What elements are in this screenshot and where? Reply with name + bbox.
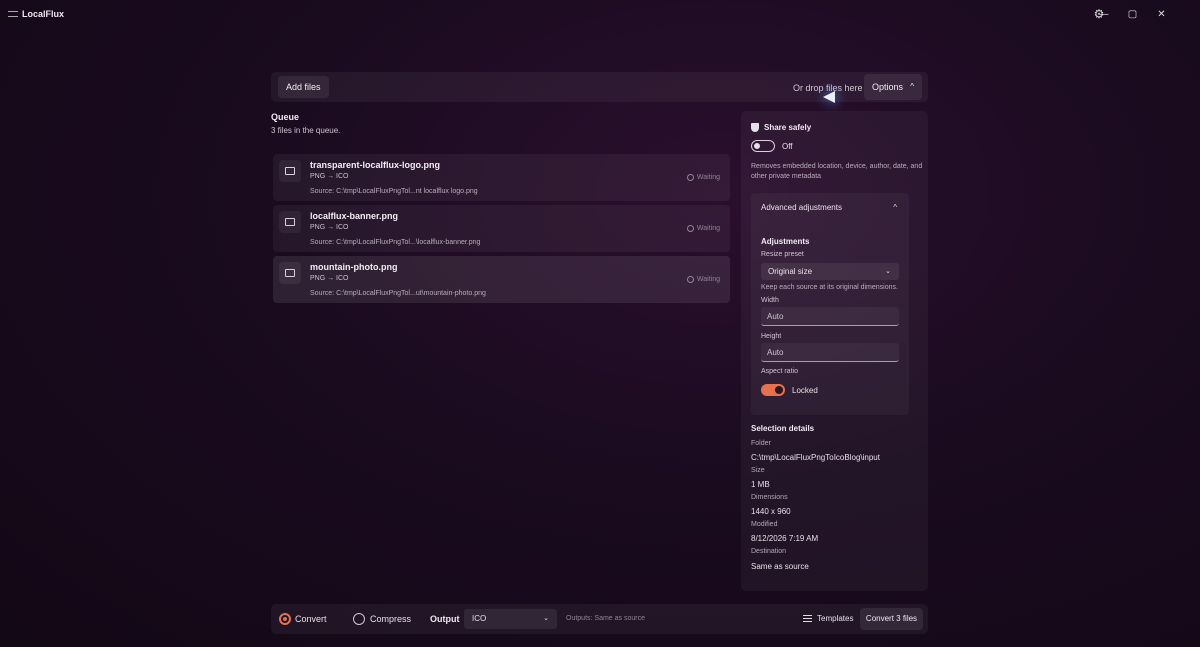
dimensions-label: Dimensions bbox=[751, 494, 788, 501]
convert-files-button[interactable]: Convert 3 files bbox=[860, 608, 923, 630]
share-safely-label: Share safely bbox=[764, 123, 812, 132]
size-value: 1 MB bbox=[751, 480, 770, 489]
destination-label: Destination bbox=[751, 548, 787, 555]
clock-icon bbox=[686, 174, 694, 181]
folder-value: C:\tmp\LocalFluxPngToIcoBlog\input bbox=[751, 453, 880, 462]
chevron-down-icon: ⌄ bbox=[543, 615, 549, 622]
options-label: Options bbox=[872, 82, 904, 92]
file-name: mountain-photo.png bbox=[310, 262, 398, 272]
app-logo-icon bbox=[8, 11, 18, 17]
file-name: localflux-banner.png bbox=[310, 211, 399, 221]
chevron-up-icon[interactable]: ^ bbox=[893, 203, 897, 212]
mouse-cursor-icon bbox=[823, 91, 835, 103]
aspect-ratio-toggle[interactable] bbox=[761, 384, 785, 396]
resize-preset-value: Original size bbox=[768, 267, 813, 276]
compress-radio[interactable] bbox=[353, 613, 365, 625]
selection-details-title: Selection details bbox=[751, 424, 815, 433]
status-text: Waiting bbox=[696, 276, 720, 283]
output-format-value: ICO bbox=[472, 614, 487, 623]
queue-item[interactable]: localflux-banner.png PNG → ICO Source: C… bbox=[273, 205, 730, 252]
aspect-ratio-state: Locked bbox=[792, 386, 818, 395]
minimize-button[interactable]: — bbox=[1089, 6, 1118, 22]
status-badge: Waiting bbox=[686, 225, 720, 232]
outputs-hint: Outputs: Same as source bbox=[566, 615, 645, 622]
file-conversion: PNG → ICO bbox=[310, 173, 349, 180]
status-text: Waiting bbox=[696, 225, 720, 232]
resize-preset-hint: Keep each source at its original dimensi… bbox=[761, 284, 898, 291]
title-bar: LocalFlux ⚙ — ▢ ✕ bbox=[0, 0, 1200, 30]
height-label: Height bbox=[761, 333, 782, 340]
status-text: Waiting bbox=[696, 174, 720, 181]
file-name: transparent-localflux-logo.png bbox=[310, 160, 441, 170]
bottom-action-bar: Convert Compress Output ICO ⌄ Outputs: S… bbox=[271, 604, 928, 634]
status-badge: Waiting bbox=[686, 174, 720, 181]
queue-item-selected[interactable]: mountain-photo.png PNG → ICO Source: C:\… bbox=[273, 256, 730, 303]
resize-preset-label: Resize preset bbox=[761, 251, 804, 258]
share-safely-description: Removes embedded location, device, autho… bbox=[751, 163, 923, 180]
app-title-text: LocalFlux bbox=[22, 9, 65, 19]
convert-label[interactable]: Convert bbox=[295, 614, 327, 624]
output-format-select[interactable]: ICO ⌄ bbox=[464, 609, 557, 629]
advanced-adjustments-header[interactable]: Advanced adjustments bbox=[761, 203, 842, 212]
modified-value: 8/12/2026 7:19 AM bbox=[751, 534, 819, 543]
image-file-icon bbox=[279, 211, 301, 233]
add-files-button[interactable]: Add files bbox=[278, 76, 329, 98]
advanced-adjustments-section: Advanced adjustments ^ Adjustments Resiz… bbox=[751, 193, 909, 415]
window-controls: — ▢ ✕ bbox=[1089, 6, 1176, 22]
compress-label[interactable]: Compress bbox=[370, 614, 411, 624]
status-badge: Waiting bbox=[686, 276, 720, 283]
queue-count: 3 files in the queue. bbox=[271, 126, 341, 135]
file-source: Source: C:\tmp\LocalFluxPngTol...ut\moun… bbox=[310, 290, 486, 297]
image-file-icon bbox=[279, 160, 301, 182]
queue-item[interactable]: transparent-localflux-logo.png PNG → ICO… bbox=[273, 154, 730, 201]
resize-preset-select[interactable]: Original size ⌄ bbox=[761, 263, 899, 280]
templates-button[interactable]: Templates bbox=[803, 614, 853, 623]
destination-value: Same as source bbox=[751, 562, 809, 571]
size-label: Size bbox=[751, 467, 765, 474]
chevron-up-icon: ^ bbox=[910, 82, 914, 91]
app-title: LocalFlux bbox=[8, 9, 64, 19]
folder-label: Folder bbox=[751, 440, 771, 447]
output-label: Output bbox=[430, 614, 460, 624]
aspect-ratio-label: Aspect ratio bbox=[761, 368, 798, 375]
image-file-icon bbox=[279, 262, 301, 284]
clock-icon bbox=[686, 276, 694, 283]
adjustments-title: Adjustments bbox=[761, 237, 810, 246]
clock-icon bbox=[686, 225, 694, 232]
convert-radio[interactable] bbox=[279, 613, 291, 625]
modified-label: Modified bbox=[751, 521, 778, 528]
close-button[interactable]: ✕ bbox=[1147, 6, 1176, 22]
list-icon bbox=[803, 615, 812, 622]
width-label: Width bbox=[761, 297, 779, 304]
file-source: Source: C:\tmp\LocalFluxPngTol...nt loca… bbox=[310, 188, 478, 195]
maximize-button[interactable]: ▢ bbox=[1118, 6, 1147, 22]
file-source: Source: C:\tmp\LocalFluxPngTol...\localf… bbox=[310, 239, 481, 246]
share-safely-toggle[interactable] bbox=[751, 140, 775, 152]
file-conversion: PNG → ICO bbox=[310, 224, 349, 231]
file-conversion: PNG → ICO bbox=[310, 275, 349, 282]
shield-icon bbox=[751, 123, 759, 132]
options-button[interactable]: Options ^ bbox=[864, 74, 922, 100]
width-input[interactable]: Auto bbox=[761, 307, 899, 326]
templates-label: Templates bbox=[817, 614, 854, 623]
dimensions-value: 1440 x 960 bbox=[751, 507, 791, 516]
height-input[interactable]: Auto bbox=[761, 343, 899, 362]
share-safely-state: Off bbox=[782, 142, 793, 151]
queue-title: Queue bbox=[271, 112, 300, 122]
chevron-down-icon: ⌄ bbox=[885, 268, 891, 275]
share-safely-title: Share safely bbox=[751, 123, 811, 132]
options-panel: Share safely Off Removes embedded locati… bbox=[741, 111, 928, 591]
